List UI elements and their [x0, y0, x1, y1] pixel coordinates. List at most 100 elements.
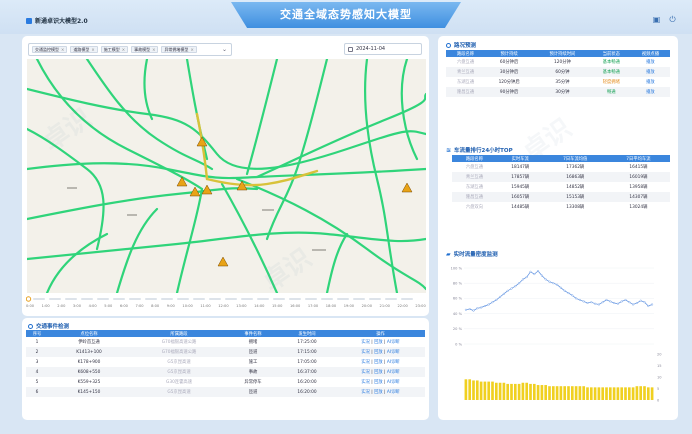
play-button[interactable]: 播放 [631, 57, 670, 67]
series-point [487, 303, 490, 306]
bar [502, 382, 506, 400]
close-icon[interactable]: × [190, 47, 193, 52]
filter-chip[interactable]: 事故模型 × [131, 46, 159, 53]
live-link[interactable]: 实况 [361, 360, 370, 365]
filter-chip[interactable]: 异常拥堵模型 × [161, 46, 197, 53]
replay-link[interactable]: 回放 [374, 390, 383, 395]
cell-name: 六盘互通 [456, 60, 475, 65]
cell-type: 异常停车 [244, 380, 262, 385]
fullscreen-icon[interactable]: ▣ [652, 15, 661, 24]
live-link[interactable]: 实况 [361, 340, 370, 345]
bar [551, 386, 555, 400]
live-link[interactable]: 实况 [361, 350, 370, 355]
col-header: 操作 [336, 330, 425, 337]
bar [586, 387, 589, 400]
table-row[interactable]: 东湖互通 120分钟后 35分钟 轻度拥堵 播放 [446, 77, 670, 87]
cell-no: 5 [35, 379, 39, 385]
bar [559, 386, 563, 400]
table-row[interactable]: 六盘互通 60分钟后 120分钟 基本畅通 播放 [446, 57, 670, 67]
close-icon[interactable]: × [122, 47, 125, 52]
table-row[interactable]: 六盘双向 14485辆 13308辆 13024辆 [452, 202, 670, 212]
filter-chip[interactable]: 施工模型 × [100, 46, 129, 53]
chart-title: ▰ 实时流量密度监测 [446, 250, 498, 259]
power-icon[interactable]: ⏻ [668, 15, 677, 24]
cell-actions: 实况 | 回放 | AI诊断 [336, 347, 425, 357]
ai-diagnose-link[interactable]: AI诊断 [387, 340, 400, 345]
road-network [27, 59, 426, 293]
col-header: 序号 [26, 330, 48, 337]
filter-chip[interactable]: 交通监控模型 × [32, 46, 68, 53]
table-row[interactable]: 6 K145+150 G5京昆高速 匝道 16:20:00 实况 | 回放 | … [26, 387, 425, 397]
table-row[interactable]: 3 K178+900 G5京昆高速 施工 17:05:00 实况 | 回放 | … [26, 357, 425, 367]
traffic-map[interactable] [27, 59, 426, 293]
cell-point: K608+550 [48, 367, 130, 377]
table-row[interactable]: 隆昌互通 16057辆 15153辆 14307辆 [452, 192, 670, 202]
table-row[interactable]: 1 伊岭首互通 G70福银高速公路 拥堵 17:25:00 实况 | 回放 | … [26, 337, 425, 347]
ai-diagnose-link[interactable]: AI诊断 [387, 370, 400, 375]
cell-time: 16:20:00 [297, 379, 317, 385]
series-point [499, 295, 502, 298]
replay-link[interactable]: 回放 [374, 370, 383, 375]
table-row[interactable]: 隆昌互通 90分钟后 30分钟 畅通 播放 [446, 87, 670, 97]
live-link[interactable]: 实况 [361, 380, 370, 385]
top-header: 新通卓识大模型2.0 交通全域态势感知大模型 ▣ ⏻ [0, 0, 692, 34]
cell-name: 六盘双向 [465, 205, 483, 210]
series-point [506, 289, 509, 292]
events-panel: 交通事件检测 序号 点位名称 所属路段 事件名称 发生时间 操作 1 伊岭首互通… [22, 318, 429, 420]
status-badge: 基本畅通 [591, 67, 631, 77]
live-link[interactable]: 实况 [361, 370, 370, 375]
close-icon[interactable]: × [91, 47, 94, 52]
date-picker[interactable]: 2024-11-04 [344, 43, 422, 55]
cell-name: 青兰互通 [452, 172, 497, 182]
model-filter-select[interactable]: 交通监控模型 × 道路模型 × 施工模型 × 事故模型 × 异常拥堵模型 × ⌄ [28, 43, 232, 56]
cell-no: 6 [26, 387, 48, 397]
table-row[interactable]: 青兰互通 30分钟后 60分钟 基本畅通 播放 [446, 67, 670, 77]
time-track[interactable] [25, 296, 426, 302]
table-row[interactable]: 六盘互通 18147辆 17362辆 16415辆 [452, 162, 670, 172]
cell-duration: 60分钟后 [499, 60, 519, 65]
cell-actions: 实况 | 回放 | AI诊断 [336, 387, 425, 397]
table-row[interactable]: 2 K1413+100 G70福银高速公路 匝道 17:15:00 实况 | 回… [26, 347, 425, 357]
replay-link[interactable]: 回放 [374, 340, 383, 345]
series-point [540, 274, 543, 277]
series-point [571, 294, 574, 297]
series-point [609, 300, 612, 303]
play-button[interactable]: 播放 [630, 87, 670, 97]
close-icon[interactable]: × [152, 47, 155, 52]
table-row[interactable]: 5 K559+325 G30连霍高速 异常停车 16:20:00 实况 | 回放… [26, 377, 425, 387]
table-row[interactable]: 青兰互通 17857辆 16863辆 16019辆 [452, 172, 670, 182]
chevron-down-icon[interactable]: ⌄ [222, 46, 227, 53]
series-point [548, 280, 551, 283]
y-tick-label: 100 % [451, 266, 463, 270]
bar [639, 386, 643, 400]
cell-road: G70福银高速公路 [130, 347, 228, 357]
time-tick: 16:00 [289, 304, 301, 308]
replay-link[interactable]: 回放 [374, 380, 383, 385]
cell-avg: 14852辆 [566, 185, 585, 190]
table-row[interactable]: 东湖互通 15945辆 14852辆 13958辆 [452, 182, 670, 192]
ai-diagnose-link[interactable]: AI诊断 [387, 390, 400, 395]
series-point [647, 305, 650, 308]
col-header: 当前状态 [591, 50, 631, 57]
replay-link[interactable]: 回放 [374, 350, 383, 355]
bar [601, 387, 605, 400]
live-link[interactable]: 实况 [361, 390, 370, 395]
ai-diagnose-link[interactable]: AI诊断 [387, 350, 400, 355]
time-tick: 23:00 [415, 304, 426, 308]
time-slider[interactable]: 0:00 1:00 2:00 3:00 4:00 5:00 6:00 7:00 8:00 9:00… [25, 296, 426, 314]
forecast-title: 路况预测 [446, 41, 476, 49]
ai-diagnose-link[interactable]: AI诊断 [387, 360, 400, 365]
series-point [578, 298, 581, 301]
cell-name: 隆昌互通 [452, 192, 497, 202]
y2-tick-label: 15 [657, 364, 662, 368]
close-icon[interactable]: × [61, 47, 64, 52]
replay-link[interactable]: 回放 [374, 360, 383, 365]
play-button[interactable]: 播放 [631, 77, 670, 87]
play-button[interactable]: 播放 [630, 67, 670, 77]
top-title-text: 车流量排行24小时TOP [454, 148, 513, 154]
ai-diagnose-link[interactable]: AI诊断 [387, 380, 400, 385]
cell-time: 16:37:00 [278, 367, 336, 377]
section-icon [28, 323, 33, 329]
filter-chip[interactable]: 道路模型 × [70, 46, 98, 53]
table-row[interactable]: 4 K608+550 G5京昆高速 事故 16:37:00 实况 | 回放 | … [26, 367, 425, 377]
